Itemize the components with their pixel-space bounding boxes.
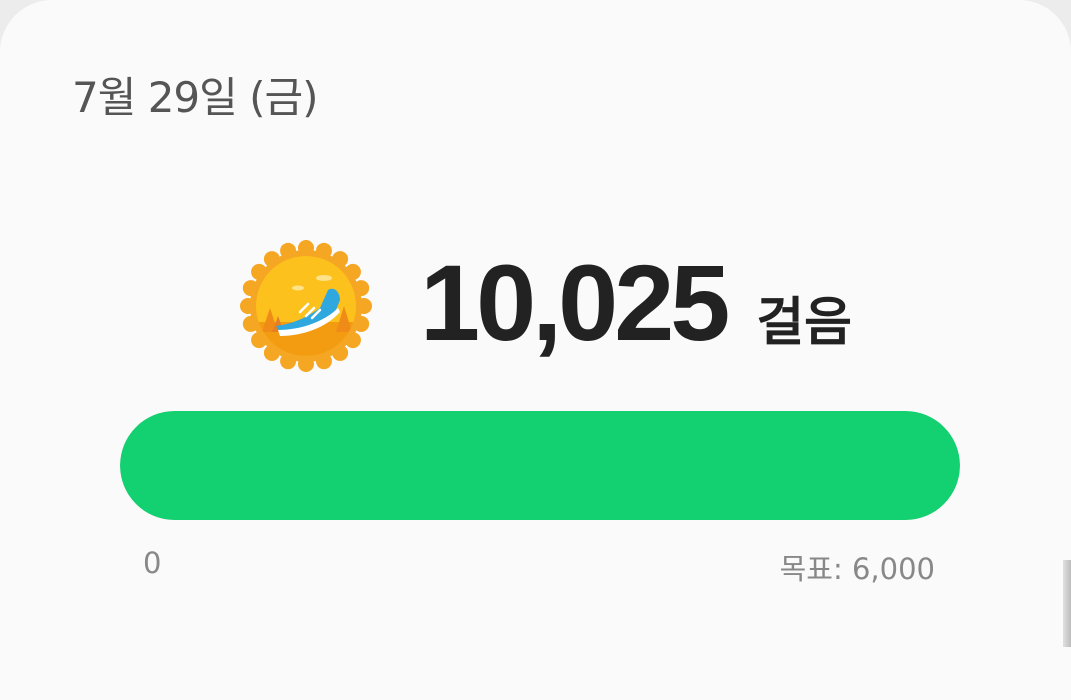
progress-goal-label: 목표: 6,000 bbox=[779, 552, 935, 586]
scrollbar[interactable] bbox=[1063, 560, 1071, 647]
step-unit: 걸음 bbox=[756, 293, 853, 353]
step-progress-fill bbox=[120, 411, 960, 520]
steps-summary: 10,025 걸음 bbox=[420, 240, 853, 363]
step-count: 10,025 bbox=[420, 242, 730, 363]
step-progress-bar bbox=[120, 411, 960, 520]
date-label: 7월 29일 (금) bbox=[72, 73, 319, 122]
progress-min-label: 0 bbox=[143, 546, 162, 580]
walking-shoe-medal-icon bbox=[240, 240, 372, 372]
daily-steps-card[interactable]: 7월 29일 (금) 10,025 걸음 0 목표: 6,000 bbox=[0, 0, 1071, 700]
